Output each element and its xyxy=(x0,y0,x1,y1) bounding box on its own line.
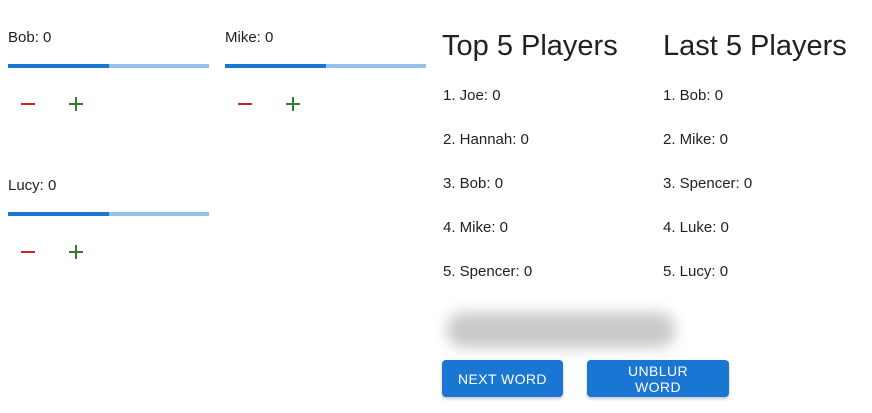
decrement-button[interactable] xyxy=(225,84,265,124)
list-item: 5. Lucy: 0 xyxy=(663,263,729,280)
score-progress-bar xyxy=(225,64,426,68)
plus-icon xyxy=(69,97,83,111)
score-progress-fill xyxy=(8,64,109,68)
unblur-word-button[interactable]: UNBLUR WORD xyxy=(587,360,729,397)
blurred-word xyxy=(446,312,676,348)
minus-icon xyxy=(21,103,35,105)
score-progress-fill xyxy=(225,64,326,68)
increment-button[interactable] xyxy=(273,84,313,124)
decrement-button[interactable] xyxy=(8,232,48,272)
score-progress-bar xyxy=(8,212,209,216)
player-label: Lucy: 0 xyxy=(8,177,57,194)
decrement-button[interactable] xyxy=(8,84,48,124)
list-item: 4. Mike: 0 xyxy=(443,219,509,236)
list-item: 2. Hannah: 0 xyxy=(443,131,529,148)
list-item: 5. Spencer: 0 xyxy=(443,263,533,280)
top-players-list: 1. Joe: 0 2. Hannah: 0 3. Bob: 0 4. Mike… xyxy=(443,86,532,306)
player-label: Bob: 0 xyxy=(8,29,52,46)
plus-icon xyxy=(286,97,300,111)
score-progress-fill xyxy=(8,212,109,216)
player-card-lucy: Lucy: 0 xyxy=(8,176,209,259)
list-item: 3. Spencer: 0 xyxy=(663,175,753,192)
list-item: 4. Luke: 0 xyxy=(663,219,729,236)
list-item: 3. Bob: 0 xyxy=(443,175,504,192)
minus-icon xyxy=(238,103,252,105)
next-word-button[interactable]: NEXT WORD xyxy=(442,360,563,397)
last-players-list: 1. Bob: 0 2. Mike: 0 3. Spencer: 0 4. Lu… xyxy=(663,86,752,306)
player-card-bob: Bob: 0 xyxy=(8,28,209,111)
last-players-title: Last 5 Players xyxy=(663,30,847,62)
minus-icon xyxy=(21,251,35,253)
score-progress-bar xyxy=(8,64,209,68)
player-label: Mike: 0 xyxy=(225,29,274,46)
list-item: 1. Joe: 0 xyxy=(443,87,501,104)
list-item: 1. Bob: 0 xyxy=(663,87,724,104)
plus-icon xyxy=(69,245,83,259)
top-players-title: Top 5 Players xyxy=(442,30,618,62)
increment-button[interactable] xyxy=(56,84,96,124)
list-item: 2. Mike: 0 xyxy=(663,131,729,148)
increment-button[interactable] xyxy=(56,232,96,272)
player-card-mike: Mike: 0 xyxy=(225,28,426,111)
